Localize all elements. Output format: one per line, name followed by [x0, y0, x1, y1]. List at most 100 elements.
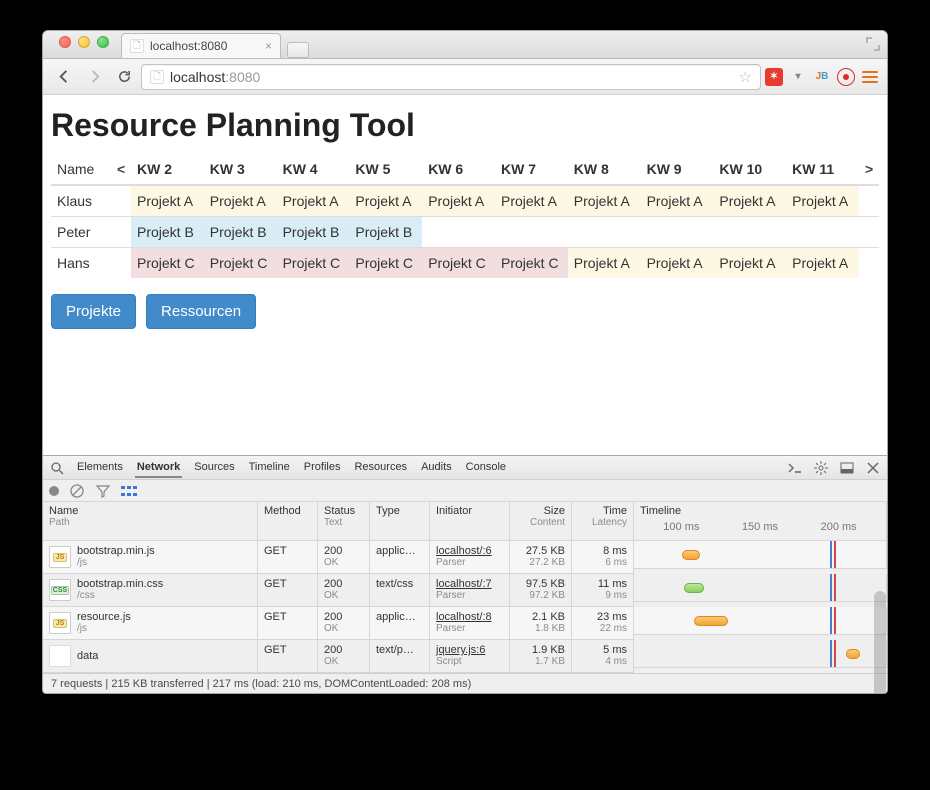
close-devtools-icon[interactable]	[865, 460, 881, 476]
project-cell[interactable]: Projekt B	[204, 217, 277, 248]
console-toggle-icon[interactable]	[787, 460, 803, 476]
zoom-window-button[interactable]	[97, 36, 109, 48]
devtools-tab-profiles[interactable]: Profiles	[302, 458, 343, 478]
back-button[interactable]	[51, 65, 77, 89]
project-cell[interactable]	[495, 217, 568, 248]
nt-head-time[interactable]: TimeLatency	[572, 502, 634, 541]
project-cell[interactable]: Projekt B	[277, 217, 350, 248]
nt-cell-initiator[interactable]: jquery.js:6Script	[430, 640, 510, 673]
project-cell[interactable]: Projekt A	[641, 185, 714, 217]
project-cell[interactable]: Projekt C	[204, 248, 277, 279]
nt-cell-status: 200OK	[318, 607, 370, 640]
devtools-tab-console[interactable]: Console	[464, 458, 508, 478]
close-window-button[interactable]	[59, 36, 71, 48]
devtools-tab-audits[interactable]: Audits	[419, 458, 454, 478]
vertical-scrollbar[interactable]	[874, 591, 886, 694]
project-cell[interactable]	[568, 217, 641, 248]
ressourcen-button[interactable]: Ressourcen	[146, 294, 256, 329]
browser-tab[interactable]: 🗋 localhost:8080 ×	[121, 33, 281, 58]
col-week: KW 4	[277, 154, 350, 185]
dock-icon[interactable]	[839, 460, 855, 476]
nav-prev[interactable]: <	[111, 154, 131, 185]
project-cell[interactable]: Projekt C	[277, 248, 350, 279]
search-icon[interactable]	[49, 460, 65, 476]
devtools-tab-resources[interactable]: Resources	[352, 458, 409, 478]
nt-head-method[interactable]: Method	[258, 502, 318, 541]
project-cell[interactable]: Projekt C	[349, 248, 422, 279]
new-tab-button[interactable]	[287, 42, 309, 58]
chrome-menu-icon[interactable]	[861, 68, 879, 86]
project-cell[interactable]: Projekt B	[349, 217, 422, 248]
project-cell[interactable]	[641, 217, 714, 248]
nt-cell-time: 11 ms9 ms	[572, 574, 634, 607]
project-cell[interactable]	[786, 217, 859, 248]
project-cell[interactable]: Projekt C	[131, 248, 204, 279]
site-info-icon[interactable]: 🗋	[150, 70, 164, 84]
project-cell[interactable]: Projekt A	[422, 185, 495, 217]
nav-next[interactable]: >	[859, 154, 879, 185]
project-cell[interactable]: Projekt A	[349, 185, 422, 217]
reload-button[interactable]	[111, 65, 137, 89]
browser-toolbar: 🗋 localhost:8080 ☆ ✶ ▾ JB	[43, 59, 887, 95]
extension-dropdown-icon[interactable]: ▾	[789, 68, 807, 86]
domcontentloaded-marker	[830, 541, 832, 568]
gear-icon[interactable]	[813, 460, 829, 476]
nt-cell-timeline	[634, 607, 887, 635]
col-week: KW 5	[349, 154, 422, 185]
extension-circle-icon[interactable]	[837, 68, 855, 86]
project-cell[interactable]: Projekt C	[495, 248, 568, 279]
nt-head-status[interactable]: StatusText	[318, 502, 370, 541]
extension-icon[interactable]: ✶	[765, 68, 783, 86]
devtools-tab-network[interactable]: Network	[135, 458, 182, 478]
project-cell[interactable]: Projekt B	[131, 217, 204, 248]
project-cell[interactable]: Projekt C	[422, 248, 495, 279]
project-cell[interactable]: Projekt A	[713, 185, 786, 217]
project-cell[interactable]: Projekt A	[641, 248, 714, 279]
nt-cell-initiator[interactable]: localhost/:8Parser	[430, 607, 510, 640]
enter-fullscreen-icon[interactable]	[865, 36, 881, 52]
nt-cell-name[interactable]: data	[43, 640, 258, 673]
nt-cell-name[interactable]: bootstrap.min.css/css	[43, 574, 258, 607]
devtools-tab-elements[interactable]: Elements	[75, 458, 125, 478]
project-cell[interactable]: Projekt A	[277, 185, 350, 217]
nt-cell-method: GET	[258, 607, 318, 640]
project-cell[interactable]: Projekt A	[786, 248, 859, 279]
project-cell[interactable]: Projekt A	[131, 185, 204, 217]
project-cell[interactable]: Projekt A	[713, 248, 786, 279]
nt-head-name[interactable]: NamePath	[43, 502, 258, 541]
nt-cell-initiator[interactable]: localhost/:6Parser	[430, 541, 510, 574]
page-title: Resource Planning Tool	[51, 107, 879, 144]
minimize-window-button[interactable]	[78, 36, 90, 48]
devtools-tab-sources[interactable]: Sources	[192, 458, 236, 478]
nt-head-type[interactable]: Type	[370, 502, 430, 541]
filter-icon[interactable]	[95, 483, 111, 499]
forward-button[interactable]	[81, 65, 107, 89]
nt-cell-initiator[interactable]: localhost/:7Parser	[430, 574, 510, 607]
clear-icon[interactable]	[69, 483, 85, 499]
project-cell[interactable]: Projekt A	[568, 185, 641, 217]
nt-cell-name[interactable]: resource.js/js	[43, 607, 258, 640]
project-cell[interactable]	[422, 217, 495, 248]
address-bar[interactable]: 🗋 localhost:8080 ☆	[141, 64, 761, 90]
nt-head-initiator[interactable]: Initiator	[430, 502, 510, 541]
close-tab-button[interactable]: ×	[265, 39, 272, 53]
project-cell[interactable]: Projekt A	[786, 185, 859, 217]
waterfall-bar	[682, 550, 700, 560]
extension-jb-icon[interactable]: JB	[813, 68, 831, 86]
project-cell[interactable]: Projekt A	[204, 185, 277, 217]
domcontentloaded-marker	[830, 640, 832, 667]
devtools-tab-timeline[interactable]: Timeline	[247, 458, 292, 478]
nt-head-size[interactable]: SizeContent	[510, 502, 572, 541]
nt-cell-name[interactable]: bootstrap.min.js/js	[43, 541, 258, 574]
projekte-button[interactable]: Projekte	[51, 294, 136, 329]
record-icon[interactable]	[49, 486, 59, 496]
large-rows-icon[interactable]	[121, 486, 137, 496]
nt-head-timeline[interactable]: Timeline100 ms150 ms200 ms	[634, 502, 887, 541]
bookmark-star-icon[interactable]: ☆	[739, 68, 752, 86]
file-css-icon	[49, 579, 71, 601]
project-cell[interactable]: Projekt A	[568, 248, 641, 279]
project-cell[interactable]	[713, 217, 786, 248]
nt-cell-type: applic…	[370, 607, 430, 640]
browser-window: 🗋 localhost:8080 × 🗋 localhost:8080 ☆ ✶	[42, 30, 888, 694]
project-cell[interactable]: Projekt A	[495, 185, 568, 217]
